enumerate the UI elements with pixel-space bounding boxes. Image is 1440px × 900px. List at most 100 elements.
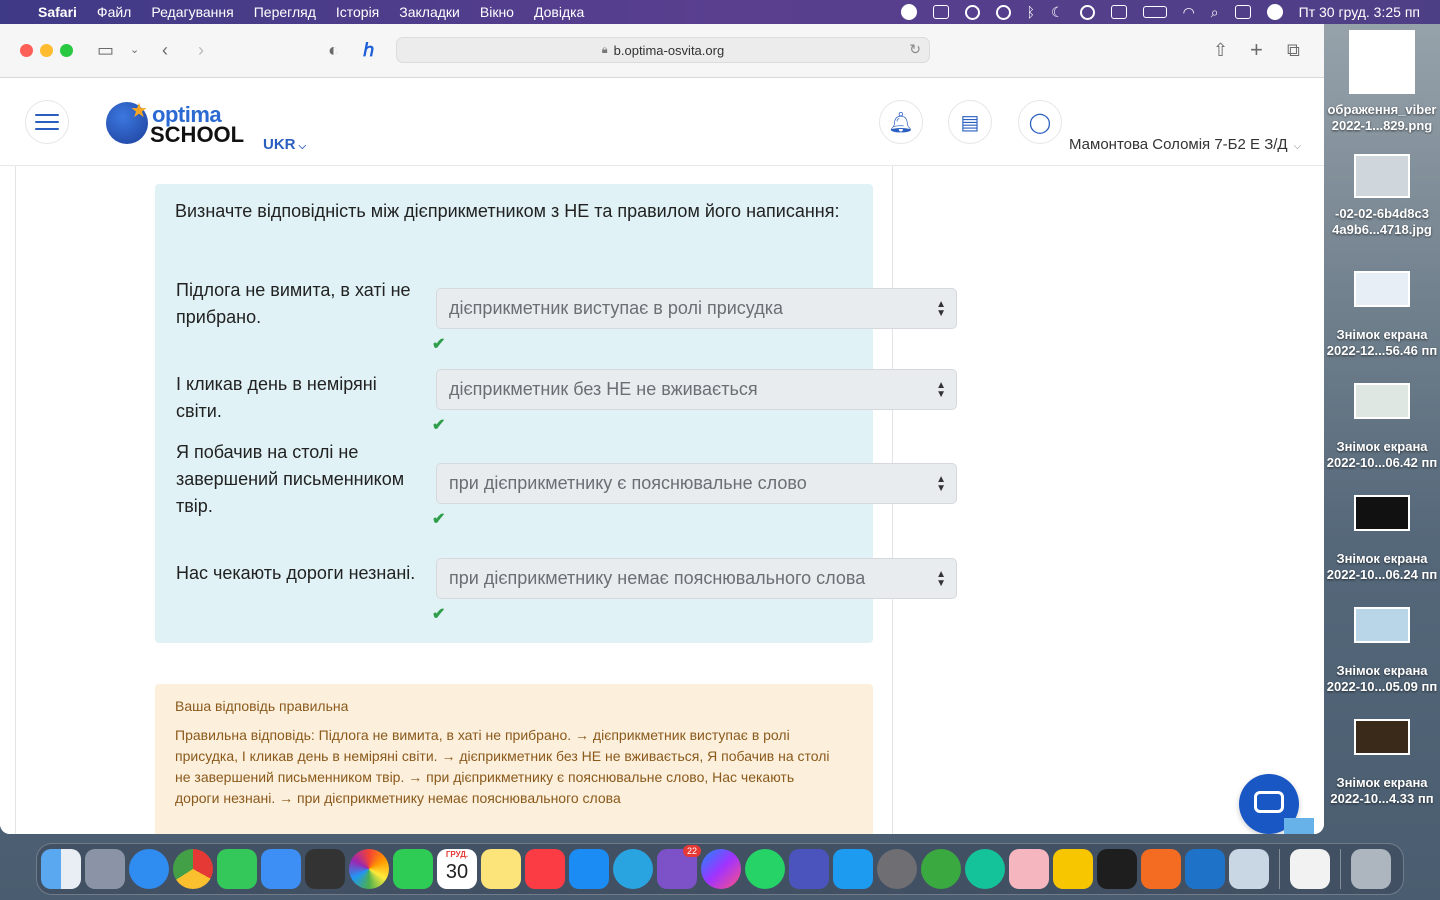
dock-separator	[1340, 849, 1341, 889]
music-icon[interactable]	[525, 849, 565, 889]
folder-app-icon[interactable]	[1053, 849, 1093, 889]
calendar-icon[interactable]: ГРУД. 30	[437, 849, 477, 889]
desktop-file[interactable]: Знімок екрана 2022-10...06.24 пп	[1324, 495, 1440, 583]
user-menu[interactable]: Мамонтова Соломія 7-Б2 Е З/Д ⌵	[1069, 136, 1301, 153]
bird-3d-app-icon[interactable]	[1185, 849, 1225, 889]
share-icon[interactable]: ⇧	[1213, 39, 1228, 61]
battery-icon[interactable]	[1142, 6, 1167, 18]
menu-help[interactable]: Довідка	[534, 4, 584, 20]
forward-icon[interactable]: ›	[198, 39, 204, 61]
privacy-shield-icon[interactable]: ◐	[328, 39, 339, 61]
file-thumbnail	[1349, 30, 1415, 94]
trash-icon[interactable]	[1351, 849, 1391, 889]
telegram-icon[interactable]	[613, 849, 653, 889]
figma-icon[interactable]	[1097, 849, 1137, 889]
utorrent-icon[interactable]	[921, 849, 961, 889]
notification-status-icon[interactable]	[900, 4, 917, 20]
desktop-file[interactable]: Знімок екрана 2022-10...05.09 пп	[1324, 607, 1440, 695]
sidebar-toggle-icon[interactable]: ▭	[97, 39, 114, 61]
google-play-icon[interactable]	[1290, 849, 1330, 889]
messenger-icon[interactable]	[701, 849, 741, 889]
menu-bookmarks[interactable]: Закладки	[399, 4, 460, 20]
app-store-icon[interactable]	[569, 849, 609, 889]
bluetooth-icon[interactable]: ᛒ	[1027, 4, 1035, 20]
facetime-icon[interactable]	[393, 849, 433, 889]
calculator-icon[interactable]	[305, 849, 345, 889]
spotlight-search-icon[interactable]: ⌕	[1211, 4, 1219, 21]
chevron-down-icon[interactable]: ⌄	[130, 39, 139, 61]
launchpad-icon[interactable]	[85, 849, 125, 889]
minimize-window-button[interactable]	[40, 44, 53, 57]
select-arrows-icon: ▲ ▼	[936, 299, 946, 319]
extension-icon[interactable]: ℎ	[363, 39, 374, 61]
address-bar[interactable]: 🔒︎ b.optima-osvita.org ↻	[396, 37, 930, 63]
system-settings-icon[interactable]	[877, 849, 917, 889]
match-answer-select[interactable]: при дієприкметнику є пояснювальне слово …	[436, 463, 957, 504]
keyboard-layout-icon[interactable]	[1110, 5, 1127, 19]
correct-check-icon: ✔	[432, 336, 446, 353]
menu-app-name[interactable]: Safari	[38, 4, 77, 20]
finder-icon[interactable]	[41, 849, 81, 889]
language-selector[interactable]: UKR ⌵	[263, 136, 306, 153]
site-header: ★ optima SCHOOL UKR ⌵ 🔔︎ ▤ ◯ Мамонтова Со…	[0, 78, 1324, 166]
page-content: Визначте відповідність між дієприкметник…	[0, 166, 1324, 834]
desktop-file[interactable]: Знімок екрана 2022-10...4.33 пп	[1324, 719, 1440, 807]
grammarly-app-icon[interactable]	[965, 849, 1005, 889]
photos-icon[interactable]	[349, 849, 389, 889]
menu-clock[interactable]: Пт 30 груд. 3:25 пп	[1299, 4, 1420, 20]
wifi-icon[interactable]: ◠	[1183, 4, 1195, 21]
preview-icon[interactable]	[1229, 849, 1269, 889]
menu-edit[interactable]: Редагування	[151, 4, 233, 20]
messages-icon[interactable]: ▤	[948, 100, 992, 144]
menu-window[interactable]: Вікно	[480, 4, 514, 20]
bell-icon[interactable]: 🔔︎	[879, 100, 923, 144]
match-answer-select[interactable]: дієприкметник без НЕ не вживається ▲ ▼	[436, 369, 957, 410]
close-window-button[interactable]	[20, 44, 33, 57]
optima-school-logo[interactable]: ★ optima SCHOOL	[106, 100, 244, 147]
whatsapp-icon[interactable]	[745, 849, 785, 889]
url-text: b.optima-osvita.org	[613, 42, 725, 58]
select-arrows-icon: ▲ ▼	[936, 474, 946, 494]
user-avatar-icon[interactable]: ◯	[1018, 100, 1062, 144]
scroll-to-top-button[interactable]: ︿	[1284, 818, 1314, 834]
viber-badge: 22	[682, 845, 701, 857]
match-answer-select[interactable]: при дієприкметнику немає пояснювального …	[436, 558, 957, 599]
vpn-icon[interactable]	[995, 4, 1011, 20]
desktop-file[interactable]: Знімок екрана 2022-12...56.46 пп	[1324, 271, 1440, 359]
honey-extension-icon[interactable]	[1141, 849, 1181, 889]
file-thumbnail	[1354, 154, 1410, 198]
siri-icon[interactable]	[1266, 4, 1283, 20]
desktop-file[interactable]: -02-02-6b4d8c3 4a9b6...4718.jpg	[1324, 154, 1440, 238]
notes-icon[interactable]	[481, 849, 521, 889]
menu-hamburger-icon[interactable]	[25, 100, 69, 144]
mail-icon[interactable]	[261, 849, 301, 889]
sketch-app-icon[interactable]	[1009, 849, 1049, 889]
tab-overview-icon[interactable]: ⧉	[1287, 39, 1300, 61]
teams-icon[interactable]	[789, 849, 829, 889]
viber-icon[interactable]: 22	[657, 845, 701, 889]
back-icon[interactable]: ‹	[162, 39, 168, 61]
feedback-title: Ваша відповідь правильна	[175, 698, 349, 714]
menu-history[interactable]: Історія	[336, 4, 379, 20]
match-answer-select[interactable]: дієприкметник виступає в ролі присудка ▲…	[436, 288, 957, 329]
file-thumbnail	[1354, 719, 1410, 755]
screen-record-icon[interactable]	[932, 5, 949, 19]
grammarly-icon[interactable]	[964, 4, 980, 20]
menu-view[interactable]: Перегляд	[254, 4, 316, 20]
menu-file[interactable]: Файл	[97, 4, 131, 20]
messages-app-icon[interactable]	[217, 849, 257, 889]
question-text: Визначте відповідність між дієприкметник…	[175, 201, 840, 221]
user-status-icon[interactable]	[1079, 4, 1095, 20]
file-thumbnail	[1354, 383, 1410, 419]
desktop-file[interactable]: ображення_viber 2022-1...829.png	[1324, 30, 1440, 134]
twitter-icon[interactable]	[833, 849, 873, 889]
zoom-window-button[interactable]	[60, 44, 73, 57]
desktop-file[interactable]: Знімок екрана 2022-10...06.42 пп	[1324, 383, 1440, 471]
new-tab-icon[interactable]: +	[1250, 39, 1263, 61]
control-center-icon[interactable]	[1234, 5, 1251, 19]
chrome-icon[interactable]	[173, 849, 213, 889]
safari-icon[interactable]	[129, 849, 169, 889]
reload-icon[interactable]: ↻	[909, 41, 921, 58]
moon-icon[interactable]: ☾	[1051, 4, 1064, 21]
lock-icon: 🔒︎	[601, 43, 608, 56]
